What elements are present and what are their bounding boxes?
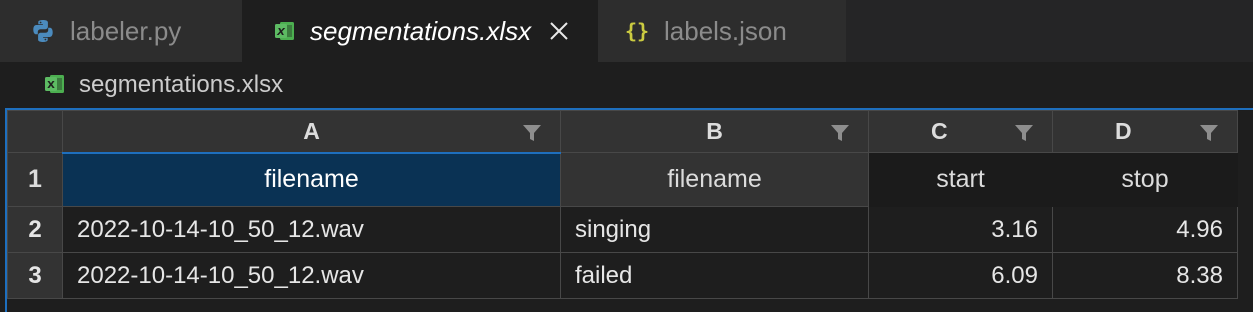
sheet-table: A B C D 1 filename filename start stop 2…: [7, 110, 1238, 299]
row-number[interactable]: 2: [7, 206, 63, 253]
tab-label: labeler.py: [70, 15, 182, 46]
table-row: 2 2022-10-14-10_50_12.wav singing 3.16 4…: [7, 206, 1238, 253]
cell-c2[interactable]: 3.16: [868, 206, 1053, 253]
breadcrumb: X segmentations.xlsx: [0, 62, 1253, 108]
python-icon: [30, 18, 56, 44]
column-header-c[interactable]: C: [868, 110, 1053, 153]
svg-text:X: X: [276, 27, 286, 38]
spreadsheet-grid: A B C D 1 filename filename start stop 2…: [5, 108, 1253, 312]
table-row: 1 filename filename start stop: [7, 151, 1238, 207]
cell-a2[interactable]: 2022-10-14-10_50_12.wav: [62, 206, 561, 253]
tab-labeler-py[interactable]: labeler.py: [0, 0, 242, 62]
tab-label: segmentations.xlsx: [310, 15, 532, 46]
column-header-d[interactable]: D: [1052, 110, 1238, 153]
cell-b1[interactable]: filename: [560, 152, 869, 207]
breadcrumb-file[interactable]: segmentations.xlsx: [79, 71, 283, 99]
row-number[interactable]: 3: [7, 252, 63, 299]
json-braces-icon: {}: [624, 19, 650, 43]
cell-c3[interactable]: 6.09: [868, 252, 1053, 299]
cell-d3[interactable]: 8.38: [1052, 252, 1238, 299]
cell-b3[interactable]: failed: [560, 252, 869, 299]
cell-b2[interactable]: singing: [560, 206, 869, 253]
column-header-b[interactable]: B: [560, 110, 869, 153]
filter-icon[interactable]: [1014, 124, 1034, 142]
cell-a3[interactable]: 2022-10-14-10_50_12.wav: [62, 252, 561, 299]
tab-labels-json[interactable]: {} labels.json: [598, 0, 846, 62]
tab-label: labels.json: [664, 15, 787, 46]
table-row: 3 2022-10-14-10_50_12.wav failed 6.09 8.…: [7, 252, 1238, 299]
tab-segmentations-xlsx[interactable]: X segmentations.xlsx: [242, 0, 598, 62]
excel-icon: X: [272, 18, 298, 44]
filter-icon[interactable]: [522, 124, 542, 142]
cell-d2[interactable]: 4.96: [1052, 206, 1238, 253]
filter-icon[interactable]: [830, 124, 850, 142]
cell-d1[interactable]: stop: [1052, 152, 1238, 207]
filter-icon[interactable]: [1199, 124, 1219, 142]
close-icon[interactable]: [545, 17, 573, 45]
excel-icon: X: [43, 72, 69, 98]
column-header-a[interactable]: A: [62, 110, 561, 153]
cell-a1[interactable]: filename: [62, 151, 561, 207]
row-number[interactable]: 1: [7, 152, 63, 207]
column-header-row: A B C D: [7, 110, 1238, 153]
tab-bar: labeler.py X segmentations.xlsx {} label…: [0, 0, 1253, 62]
cell-c1[interactable]: start: [868, 152, 1053, 207]
select-all-corner[interactable]: [7, 110, 63, 153]
svg-text:X: X: [47, 80, 55, 91]
